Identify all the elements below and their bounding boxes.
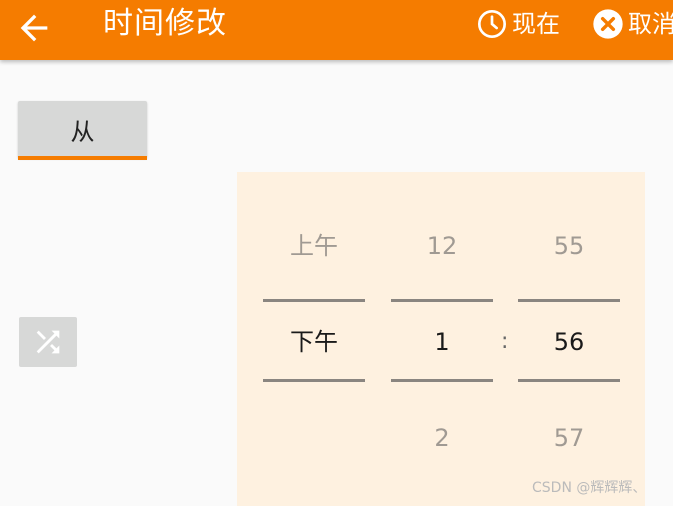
hour-next[interactable]: 2 [391,420,493,456]
watermark: CSDN @辉辉辉、 [532,480,647,496]
ampm-current[interactable]: 下午 [263,324,365,360]
minute-divider-bottom [518,379,620,382]
from-button-indicator [18,156,147,160]
ampm-column[interactable]: 上午 下午 [263,172,365,506]
ampm-prev[interactable]: 上午 [263,228,365,264]
cancel-button[interactable]: 取消 [592,6,673,42]
minute-column[interactable]: 55 56 57 [518,172,620,506]
hour-divider-top [391,299,493,302]
hour-column[interactable]: 12 1 2 [391,172,493,506]
arrow-left-icon [20,14,48,42]
minute-next[interactable]: 57 [518,420,620,456]
time-picker[interactable]: 上午 下午 12 1 2 : 55 56 57 [237,172,645,506]
ampm-divider-top [263,299,365,302]
app-bar: 时间修改 现在 取消 [0,0,673,60]
page-title: 时间修改 [103,6,227,41]
ampm-divider-bottom [263,379,365,382]
cancel-button-label: 取消 [628,10,673,38]
close-circle-icon [593,9,623,39]
now-button-label: 现在 [512,10,560,38]
minute-current[interactable]: 56 [518,324,620,360]
hour-prev[interactable]: 12 [391,228,493,264]
hour-current[interactable]: 1 [391,324,493,360]
clock-icon [478,10,506,38]
time-separator: : [501,329,509,354]
now-button[interactable]: 现在 [476,6,560,42]
from-button[interactable]: 从 [18,101,147,158]
hour-divider-bottom [391,379,493,382]
from-button-label: 从 [70,118,95,146]
shuffle-icon [36,330,60,354]
minute-divider-top [518,299,620,302]
shuffle-button[interactable] [19,317,77,367]
back-button[interactable] [14,8,54,48]
minute-prev[interactable]: 55 [518,228,620,264]
